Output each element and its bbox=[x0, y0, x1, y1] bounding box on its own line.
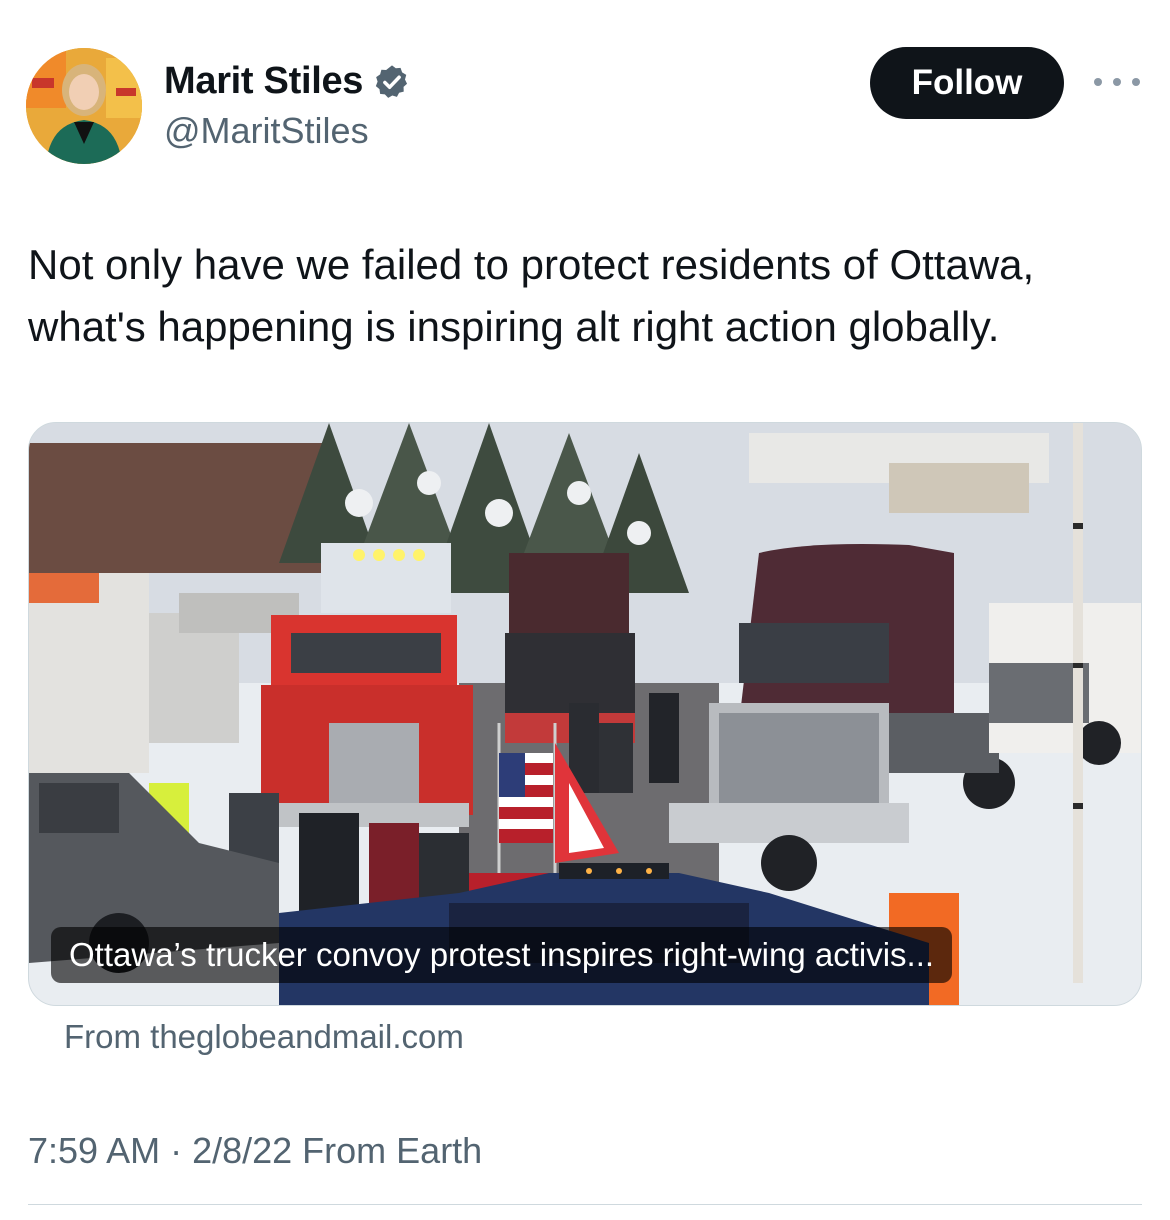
author-display-name[interactable]: Marit Stiles bbox=[164, 60, 363, 103]
verified-badge-icon bbox=[373, 63, 411, 101]
tweet: Marit Stiles @MaritStiles Follow Not onl… bbox=[0, 0, 1170, 1220]
more-horizontal-icon[interactable] bbox=[1094, 66, 1140, 98]
link-card-caption: Ottawa’s trucker convoy protest inspires… bbox=[51, 927, 953, 983]
tweet-text: Not only have we failed to protect resid… bbox=[28, 241, 1035, 350]
avatar[interactable] bbox=[26, 48, 142, 164]
tweet-timestamp[interactable]: 7:59 AM · 2/8/22 From Earth bbox=[28, 1130, 482, 1172]
divider bbox=[28, 1204, 1142, 1205]
link-card[interactable]: Ottawa’s trucker convoy protest inspires… bbox=[28, 422, 1142, 1006]
avatar-image bbox=[26, 48, 142, 164]
link-card-source[interactable]: From theglobeandmail.com bbox=[64, 1018, 464, 1056]
dot bbox=[1113, 78, 1121, 86]
author-handle[interactable]: @MaritStiles bbox=[164, 110, 369, 152]
link-card-image bbox=[29, 423, 1141, 1005]
follow-button[interactable]: Follow bbox=[870, 47, 1064, 119]
author-name-row[interactable]: Marit Stiles bbox=[164, 60, 411, 103]
dot bbox=[1132, 78, 1140, 86]
dot bbox=[1094, 78, 1102, 86]
